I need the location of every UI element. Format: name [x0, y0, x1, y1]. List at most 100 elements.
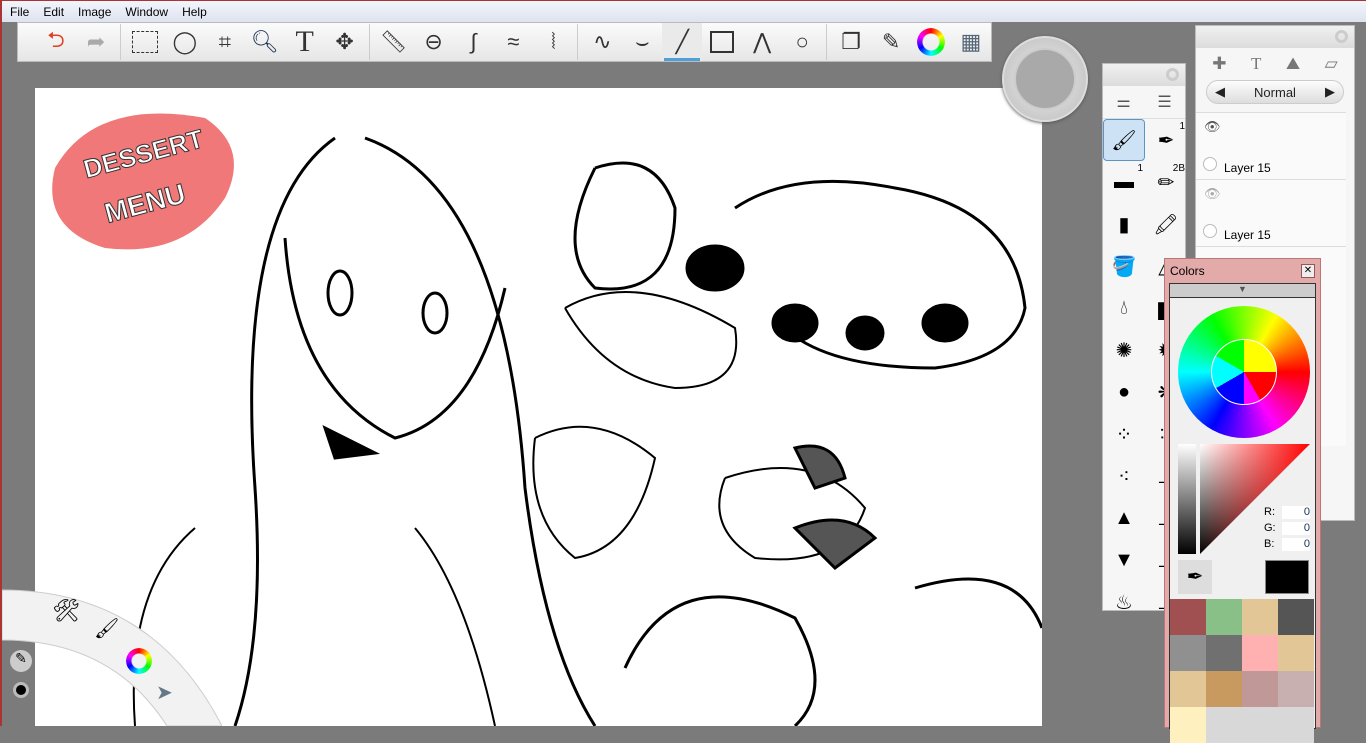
layer-editor-header[interactable]: [1196, 26, 1354, 48]
color-swatch[interactable]: [1170, 671, 1206, 707]
close-icon[interactable]: [1335, 30, 1348, 43]
layer-lock-radio[interactable]: [1203, 224, 1217, 238]
lagoon-dot-icon[interactable]: [13, 682, 29, 698]
brush-paint-bucket-icon[interactable]: 🪣: [1103, 245, 1145, 287]
text-icon[interactable]: T: [285, 23, 325, 61]
brush-dots-icon[interactable]: ⁖: [1103, 455, 1145, 497]
brush-pencil-icon[interactable]: ✏ 2B: [1145, 161, 1187, 203]
brush-splatter-1-icon[interactable]: ✺: [1103, 329, 1145, 371]
symmetry-x-icon[interactable]: ≈: [493, 23, 533, 61]
menu-file[interactable]: File: [10, 5, 29, 19]
line-icon[interactable]: ╱: [662, 23, 703, 61]
color-swatch[interactable]: [1170, 635, 1206, 671]
collapse-toggle[interactable]: ▼: [1170, 284, 1315, 298]
color-swatch[interactable]: [1170, 599, 1206, 635]
lagoon-select-icon[interactable]: ➤: [156, 680, 173, 705]
ellipse-icon[interactable]: ○: [782, 23, 822, 61]
image-layer-icon[interactable]: ⛰: [1286, 54, 1300, 74]
divider: [577, 24, 579, 60]
move-icon[interactable]: ✥: [325, 23, 365, 61]
clear-layer-icon[interactable]: ▱: [1325, 54, 1338, 74]
text-layer-icon[interactable]: T: [1251, 54, 1261, 74]
zoom-icon[interactable]: 🔍︎: [245, 23, 285, 61]
prev-blend-icon[interactable]: ◀: [1215, 84, 1225, 100]
ruler-icon[interactable]: 📏︎: [374, 23, 414, 61]
brush-eraser-icon[interactable]: ▬ 1: [1103, 161, 1145, 203]
symmetry-y-icon[interactable]: ⦚: [533, 23, 573, 61]
brush-paint-brush-icon[interactable]: ▼: [1103, 539, 1145, 581]
color-swatch[interactable]: [1242, 635, 1278, 671]
navigation-puck[interactable]: [1002, 36, 1088, 122]
r-field[interactable]: 0: [1282, 506, 1310, 519]
close-icon[interactable]: [1166, 68, 1179, 81]
brush-splatter-3-icon[interactable]: ●: [1103, 371, 1145, 413]
close-icon[interactable]: ✕: [1301, 264, 1315, 278]
lagoon-tools-icon[interactable]: 🛠︎: [52, 598, 80, 624]
lasso-icon[interactable]: ◯: [165, 23, 205, 61]
brush-smudge-icon[interactable]: ▮: [1103, 203, 1145, 245]
layer-lock-radio[interactable]: [1203, 157, 1217, 171]
g-field[interactable]: 0: [1282, 522, 1310, 535]
brush-water-drop-icon[interactable]: 💧︎: [1103, 287, 1145, 329]
brush-airbrush-icon[interactable]: 🖌︎: [1103, 119, 1145, 161]
lagoon-color-icon[interactable]: [126, 648, 152, 674]
color-swatch[interactable]: [1242, 671, 1278, 707]
freehand-stroke-icon[interactable]: ∿: [582, 23, 622, 61]
layers-icon[interactable]: ❐: [831, 23, 871, 61]
brush-marker-icon[interactable]: 🖍︎: [1145, 203, 1187, 245]
color-swatch[interactable]: [1242, 599, 1278, 635]
color-swatch[interactable]: [1242, 707, 1278, 743]
brush-splatter-5-icon[interactable]: ⁘: [1103, 413, 1145, 455]
copic-library-icon[interactable]: ▦: [951, 23, 991, 61]
color-wheel-center[interactable]: [1211, 339, 1277, 405]
brush-marker-blue-icon[interactable]: ▲: [1103, 497, 1145, 539]
color-swatch[interactable]: [1170, 707, 1206, 743]
lagoon-pen-icon[interactable]: ✎: [10, 650, 32, 672]
brushes-icon[interactable]: ✎: [871, 23, 911, 61]
color-wheel-icon[interactable]: [911, 23, 951, 61]
eyedropper-icon[interactable]: ✒: [1178, 560, 1212, 594]
add-layer-icon[interactable]: ✚: [1212, 54, 1226, 74]
gray-ramp[interactable]: [1178, 444, 1196, 554]
menu-edit[interactable]: Edit: [43, 5, 64, 19]
menu-help[interactable]: Help: [182, 5, 207, 19]
layer-item[interactable]: 👁︎ Layer 15: [1196, 179, 1346, 246]
color-swatch[interactable]: [1206, 599, 1242, 635]
visibility-eye-icon[interactable]: 👁︎: [1204, 119, 1221, 135]
ellipse-guide-icon[interactable]: ⊖: [414, 23, 454, 61]
visibility-eye-icon[interactable]: 👁︎: [1204, 186, 1221, 202]
color-swatch[interactable]: [1206, 707, 1242, 743]
lagoon-brush-icon[interactable]: 🖌︎: [94, 616, 119, 641]
color-swatch[interactable]: [1278, 635, 1314, 671]
brush-list-icon[interactable]: ☰: [1157, 92, 1171, 112]
redo-icon[interactable]: ➦: [76, 23, 116, 61]
rectangle-icon[interactable]: [702, 23, 742, 61]
divider: [119, 24, 121, 60]
puck-zoom-rotate[interactable]: [1014, 48, 1076, 110]
brush-settings-icon[interactable]: ⚌: [1116, 92, 1130, 112]
color-swatch[interactable]: [1206, 671, 1242, 707]
menu-image[interactable]: Image: [78, 5, 111, 19]
french-curve-icon[interactable]: ∫: [454, 23, 494, 61]
brush-badge: 1: [1137, 163, 1143, 174]
next-blend-icon[interactable]: ▶: [1325, 84, 1335, 100]
color-wheel[interactable]: [1178, 306, 1310, 438]
crop-icon[interactable]: ⌗: [205, 23, 245, 61]
smooth-stroke-icon[interactable]: ⌣: [622, 23, 662, 61]
b-field[interactable]: 0: [1282, 538, 1310, 551]
blend-mode-selector[interactable]: ◀ Normal ▶: [1206, 80, 1344, 104]
color-swatch[interactable]: [1278, 599, 1314, 635]
undo-icon[interactable]: ⮌: [36, 23, 76, 61]
brush-palette-header[interactable]: [1103, 64, 1185, 86]
menu-window[interactable]: Window: [125, 5, 168, 19]
current-color-swatch[interactable]: [1265, 560, 1309, 594]
brush-ballpoint-icon[interactable]: ✒ 1: [1145, 119, 1187, 161]
rect-select-icon[interactable]: [125, 23, 165, 61]
color-swatch[interactable]: [1206, 635, 1242, 671]
layer-item[interactable]: 👁︎ Layer 15: [1196, 112, 1346, 179]
color-swatch[interactable]: [1278, 707, 1314, 743]
colors-panel: Colors ✕ ▼ R: G: B: 0 0 0 ✒: [1164, 258, 1321, 743]
brush-fan-brush-icon[interactable]: ♨: [1103, 581, 1145, 623]
polyline-icon[interactable]: ⋀: [742, 23, 782, 61]
color-swatch[interactable]: [1278, 671, 1314, 707]
